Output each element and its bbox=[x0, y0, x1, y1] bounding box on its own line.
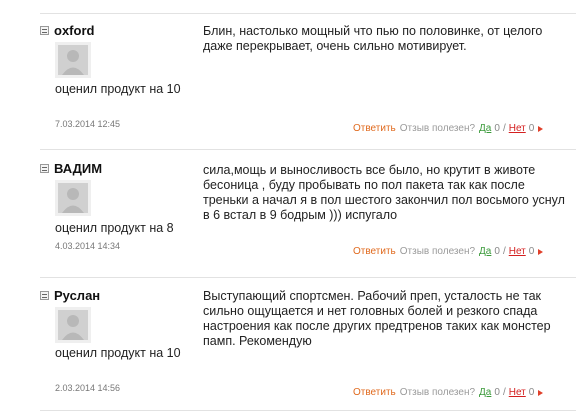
review-actions: Ответить Отзыв полезен? Да 0 / Нет 0 bbox=[353, 246, 544, 257]
review-author-line: ВАДИМ bbox=[40, 160, 102, 176]
review-author[interactable]: ВАДИМ bbox=[54, 161, 102, 176]
review-date: 7.03.2014 12:45 bbox=[55, 119, 121, 129]
user-menu-icon[interactable] bbox=[40, 290, 49, 300]
avatar bbox=[55, 180, 91, 216]
vote-separator: / bbox=[502, 246, 506, 257]
vote-no-count: 0 bbox=[528, 387, 535, 398]
vote-no-link[interactable]: Нет bbox=[509, 123, 526, 134]
vote-yes-link[interactable]: Да bbox=[479, 123, 491, 134]
avatar bbox=[55, 307, 91, 343]
vote-yes-count: 0 bbox=[494, 387, 500, 398]
reply-link[interactable]: Ответить bbox=[353, 387, 396, 398]
vote-yes-count: 0 bbox=[494, 246, 500, 257]
report-flag-icon[interactable] bbox=[538, 389, 544, 396]
review-rating-text: оценил продукт на 8 bbox=[55, 221, 174, 235]
vote-no-count: 0 bbox=[528, 246, 535, 257]
vote-yes-link[interactable]: Да bbox=[479, 387, 491, 398]
review-divider bbox=[40, 149, 576, 150]
vote-separator: / bbox=[502, 387, 506, 398]
report-flag-icon[interactable] bbox=[538, 248, 544, 255]
user-menu-icon[interactable] bbox=[40, 163, 49, 173]
avatar-placeholder-icon bbox=[58, 45, 88, 75]
avatar bbox=[55, 42, 91, 78]
review-useful-label: Отзыв полезен? bbox=[399, 246, 476, 257]
vote-yes-count: 0 bbox=[494, 123, 500, 134]
review-author[interactable]: oxford bbox=[54, 23, 94, 38]
review-useful-label: Отзыв полезен? bbox=[399, 123, 476, 134]
vote-no-link[interactable]: Нет bbox=[509, 387, 526, 398]
review-date: 4.03.2014 14:34 bbox=[55, 241, 121, 251]
review-rating-text: оценил продукт на 10 bbox=[55, 82, 181, 96]
user-menu-icon[interactable] bbox=[40, 25, 49, 35]
review-text: Выступающий спортсмен. Рабочий преп, уст… bbox=[203, 289, 551, 348]
report-flag-icon[interactable] bbox=[538, 125, 544, 132]
review-useful-label: Отзыв полезен? bbox=[399, 387, 476, 398]
review-actions: Ответить Отзыв полезен? Да 0 / Нет 0 bbox=[353, 387, 544, 398]
avatar-placeholder-icon bbox=[58, 310, 88, 340]
review-divider bbox=[40, 410, 576, 411]
vote-no-count: 0 bbox=[528, 123, 535, 134]
review-date: 2.03.2014 14:56 bbox=[55, 383, 121, 393]
review-rating-text: оценил продукт на 10 bbox=[55, 346, 181, 360]
reply-link[interactable]: Ответить bbox=[353, 246, 396, 257]
vote-separator: / bbox=[502, 123, 506, 134]
avatar-placeholder-icon bbox=[58, 183, 88, 213]
review-actions: Ответить Отзыв полезен? Да 0 / Нет 0 bbox=[353, 123, 544, 134]
review-text: Блин, настолько мощный что пью по полови… bbox=[203, 24, 543, 53]
vote-no-link[interactable]: Нет bbox=[509, 246, 526, 257]
review-author-line: Руслан bbox=[40, 287, 100, 303]
review-author-line: oxford bbox=[40, 22, 94, 38]
review-divider bbox=[40, 277, 576, 278]
reply-link[interactable]: Ответить bbox=[353, 123, 396, 134]
review-author[interactable]: Руслан bbox=[54, 288, 100, 303]
review-text: сила,мощь и выносливость все было, но кр… bbox=[203, 163, 565, 222]
review-divider bbox=[40, 13, 576, 14]
vote-yes-link[interactable]: Да bbox=[479, 246, 491, 257]
